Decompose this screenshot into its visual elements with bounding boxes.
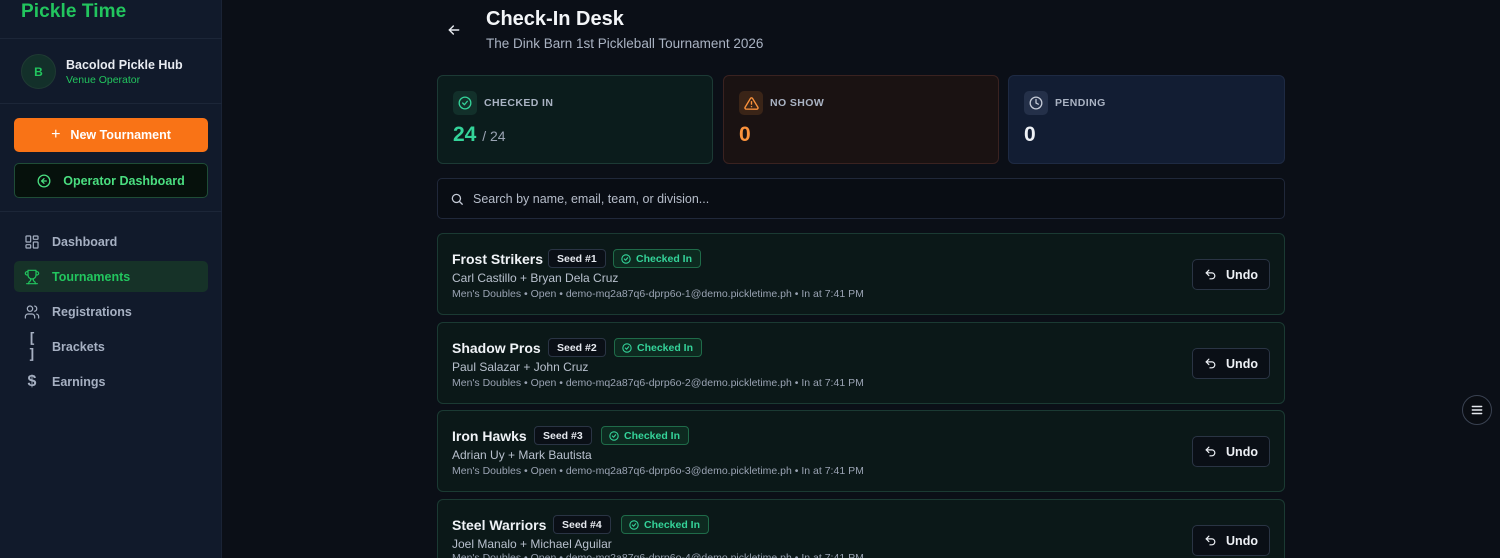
stat-label: CHECKED IN: [484, 97, 554, 109]
operator-dashboard-label: Operator Dashboard: [63, 173, 185, 188]
undo-icon: [1205, 269, 1216, 280]
sidebar-divider: [0, 38, 222, 39]
user-profile[interactable]: B Bacolod Pickle Hub Venue Operator: [21, 54, 211, 90]
undo-icon: [1205, 358, 1216, 369]
page-title: Check-In Desk: [486, 8, 624, 30]
team-meta: Men's Doubles • Open • demo-mq2a87q6-dpr…: [452, 552, 864, 558]
status-badge: Checked In: [601, 426, 690, 445]
arrow-left-circle-icon: [37, 174, 51, 187]
stat-card-pending: PENDING 0: [1008, 75, 1285, 164]
dollar-icon: $: [27, 372, 37, 390]
undo-label: Undo: [1226, 533, 1258, 548]
undo-button[interactable]: Undo: [1192, 525, 1270, 556]
stat-label: PENDING: [1055, 97, 1106, 109]
team-row: Iron Hawks Seed #3 Checked In Adrian Uy …: [437, 410, 1285, 492]
team-row: Steel Warriors Seed #4 Checked In Joel M…: [437, 499, 1285, 558]
sidebar-item-label: Tournaments: [52, 269, 131, 284]
undo-label: Undo: [1226, 444, 1258, 459]
check-circle-icon: [629, 519, 639, 530]
undo-label: Undo: [1226, 267, 1258, 282]
stat-card-checked-in: CHECKED IN 24 / 24: [437, 75, 713, 164]
stat-card-no-show: NO SHOW 0: [723, 75, 999, 164]
sidebar-item-dashboard[interactable]: Dashboard: [14, 226, 208, 257]
search-box: [437, 178, 1285, 219]
undo-label: Undo: [1226, 356, 1258, 371]
team-row: Shadow Pros Seed #2 Checked In Paul Sala…: [437, 322, 1285, 404]
brackets-icon: [ ]: [27, 330, 37, 363]
sidebar-item-label: Earnings: [52, 374, 106, 389]
new-tournament-button[interactable]: + New Tournament: [14, 118, 208, 152]
team-players: Adrian Uy + Mark Bautista: [452, 448, 592, 462]
sidebar-item-registrations[interactable]: Registrations: [14, 296, 208, 327]
team-name: Iron Hawks: [452, 428, 527, 444]
undo-icon: [1205, 446, 1216, 457]
stat-label: NO SHOW: [770, 97, 825, 109]
arrow-left-icon: [448, 25, 460, 35]
user-role: Venue Operator: [66, 74, 141, 86]
page-subtitle: The Dink Barn 1st Pickleball Tournament …: [486, 36, 764, 51]
status-badge: Checked In: [613, 249, 702, 268]
sidebar-divider: [0, 103, 222, 104]
team-meta: Men's Doubles • Open • demo-mq2a87q6-dpr…: [452, 288, 864, 300]
status-label: Checked In: [637, 341, 694, 354]
status-label: Checked In: [636, 252, 693, 265]
new-tournament-label: New Tournament: [70, 128, 171, 142]
sidebar-divider: [0, 211, 222, 212]
pending-count: 0: [1024, 123, 1036, 146]
menu-icon: [1471, 405, 1483, 415]
clock-icon: [1029, 96, 1043, 110]
back-button[interactable]: [446, 22, 462, 38]
status-label: Checked In: [624, 429, 681, 442]
team-players: Paul Salazar + John Cruz: [452, 360, 589, 374]
warning-icon: [743, 96, 759, 110]
team-players: Carl Castillo + Bryan Dela Cruz: [452, 271, 619, 285]
status-badge: Checked In: [614, 338, 703, 357]
check-circle-icon: [458, 96, 472, 110]
team-players: Joel Manalo + Michael Aguilar: [452, 537, 612, 551]
operator-dashboard-button[interactable]: Operator Dashboard: [14, 163, 208, 198]
undo-button[interactable]: Undo: [1192, 259, 1270, 290]
no-show-count: 0: [739, 123, 751, 146]
search-input[interactable]: [473, 179, 1273, 218]
stat-value: 24 / 24: [453, 123, 506, 147]
undo-icon: [1205, 535, 1216, 546]
seed-badge: Seed #4: [553, 515, 611, 534]
team-row: Frost Strikers Seed #1 Checked In Carl C…: [437, 233, 1285, 315]
team-name: Shadow Pros: [452, 340, 541, 356]
dashboard-icon: [25, 234, 39, 249]
app-root: Pickle Time B Bacolod Pickle Hub Venue O…: [0, 0, 1500, 558]
sidebar-item-earnings[interactable]: $ Earnings: [14, 366, 208, 397]
seed-badge: Seed #1: [548, 249, 606, 268]
plus-icon: +: [51, 126, 61, 143]
status-badge: Checked In: [621, 515, 710, 534]
team-meta: Men's Doubles • Open • demo-mq2a87q6-dpr…: [452, 377, 864, 389]
sidebar-item-brackets[interactable]: [ ] Brackets: [14, 330, 208, 363]
undo-button[interactable]: Undo: [1192, 348, 1270, 379]
team-meta: Men's Doubles • Open • demo-mq2a87q6-dpr…: [452, 465, 864, 477]
floating-menu-button[interactable]: [1462, 395, 1492, 425]
users-icon: [24, 304, 40, 319]
status-label: Checked In: [644, 518, 701, 531]
user-name: Bacolod Pickle Hub: [66, 58, 183, 72]
sidebar: Pickle Time B Bacolod Pickle Hub Venue O…: [0, 0, 222, 558]
search-icon: [451, 193, 463, 205]
team-name: Frost Strikers: [452, 251, 544, 267]
sidebar-item-label: Registrations: [52, 304, 132, 319]
team-name: Steel Warriors: [452, 517, 547, 533]
sidebar-item-label: Brackets: [52, 339, 105, 354]
sidebar-item-tournaments[interactable]: Tournaments: [14, 261, 208, 292]
check-circle-icon: [609, 430, 619, 441]
check-circle-icon: [621, 253, 631, 264]
checked-in-total: / 24: [482, 128, 506, 144]
sidebar-item-label: Dashboard: [52, 234, 118, 249]
brand-logo[interactable]: Pickle Time: [21, 1, 126, 23]
check-circle-icon: [622, 342, 632, 353]
seed-badge: Seed #2: [548, 338, 606, 357]
avatar: B: [21, 54, 56, 89]
undo-button[interactable]: Undo: [1192, 436, 1270, 467]
seed-badge: Seed #3: [534, 426, 592, 445]
trophy-icon: [24, 269, 40, 284]
sidebar-nav: Dashboard Tournaments Registrations [ ] …: [14, 226, 208, 401]
checked-in-count: 24: [453, 123, 477, 146]
